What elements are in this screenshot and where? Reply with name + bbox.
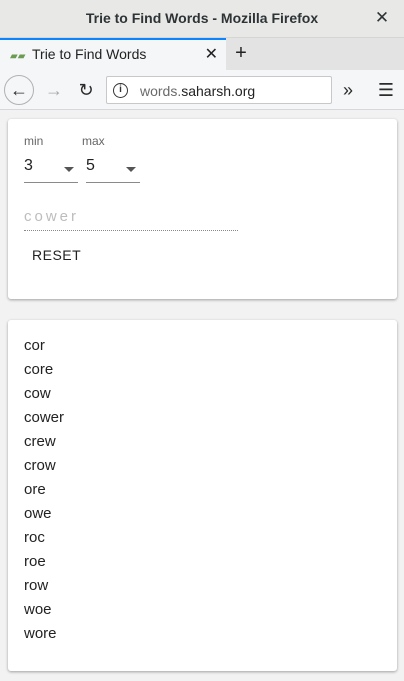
result-word: core xyxy=(24,361,54,378)
back-button[interactable]: ← xyxy=(4,75,34,105)
chevron-down-icon xyxy=(64,167,74,172)
result-word: cower xyxy=(24,409,65,426)
site-info-icon[interactable]: i xyxy=(113,83,128,98)
tab-active[interactable]: ▰▰ Trie to Find Words ✕ xyxy=(0,38,226,70)
tab-title: Trie to Find Words xyxy=(32,46,147,62)
result-word: roc xyxy=(24,529,45,546)
min-value: 3 xyxy=(24,157,33,174)
window-titlebar: Trie to Find Words - Mozilla Firefox ✕ xyxy=(0,0,404,38)
chevron-down-icon xyxy=(126,167,136,172)
url-host: saharsh.org xyxy=(181,83,256,99)
url-text: words.saharsh.org xyxy=(140,83,255,99)
tab-strip: ▰▰ Trie to Find Words ✕ + xyxy=(0,38,404,70)
max-value: 5 xyxy=(86,157,95,174)
result-word: crew xyxy=(24,433,56,450)
result-word: owe xyxy=(24,505,52,522)
result-word: cow xyxy=(24,385,51,402)
result-word: ore xyxy=(24,481,46,498)
forward-button[interactable]: → xyxy=(40,76,68,104)
result-word: row xyxy=(24,577,49,594)
url-bar[interactable]: i words.saharsh.org xyxy=(106,76,332,104)
max-label: max xyxy=(82,134,105,148)
page-content: min 3 max 5 RESET cor core cow cower crew cro… xyxy=(0,111,404,681)
window-close-button[interactable]: ✕ xyxy=(372,8,392,28)
results-card: cor core cow cower crew crow ore owe roc roe row wo… xyxy=(8,320,397,671)
app-favicon-icon: ▰▰ xyxy=(10,51,26,62)
result-word: roe xyxy=(24,553,46,570)
url-prefix: words. xyxy=(140,83,182,99)
letters-input[interactable] xyxy=(24,203,238,231)
result-word: crow xyxy=(24,457,56,474)
min-select[interactable]: 3 xyxy=(24,155,78,183)
overflow-menu-button[interactable]: » xyxy=(334,76,362,104)
results-list: cor core cow cower crew crow ore owe roc roe row wo… xyxy=(24,334,64,646)
min-label: min xyxy=(24,134,44,148)
navigation-toolbar: ← → ↻ i words.saharsh.org » ☰ xyxy=(0,70,404,110)
result-word: wore xyxy=(24,625,57,642)
result-word: woe xyxy=(24,601,52,618)
new-tab-button[interactable]: + xyxy=(230,40,252,66)
result-word: cor xyxy=(24,337,45,354)
max-select[interactable]: 5 xyxy=(86,155,140,183)
tab-close-button[interactable]: ✕ xyxy=(205,44,218,64)
window-title: Trie to Find Words - Mozilla Firefox xyxy=(85,10,319,26)
reload-button[interactable]: ↻ xyxy=(72,76,100,104)
controls-card: min 3 max 5 RESET xyxy=(8,119,397,299)
reset-button[interactable]: RESET xyxy=(24,243,89,267)
hamburger-menu-icon[interactable]: ☰ xyxy=(372,76,400,104)
